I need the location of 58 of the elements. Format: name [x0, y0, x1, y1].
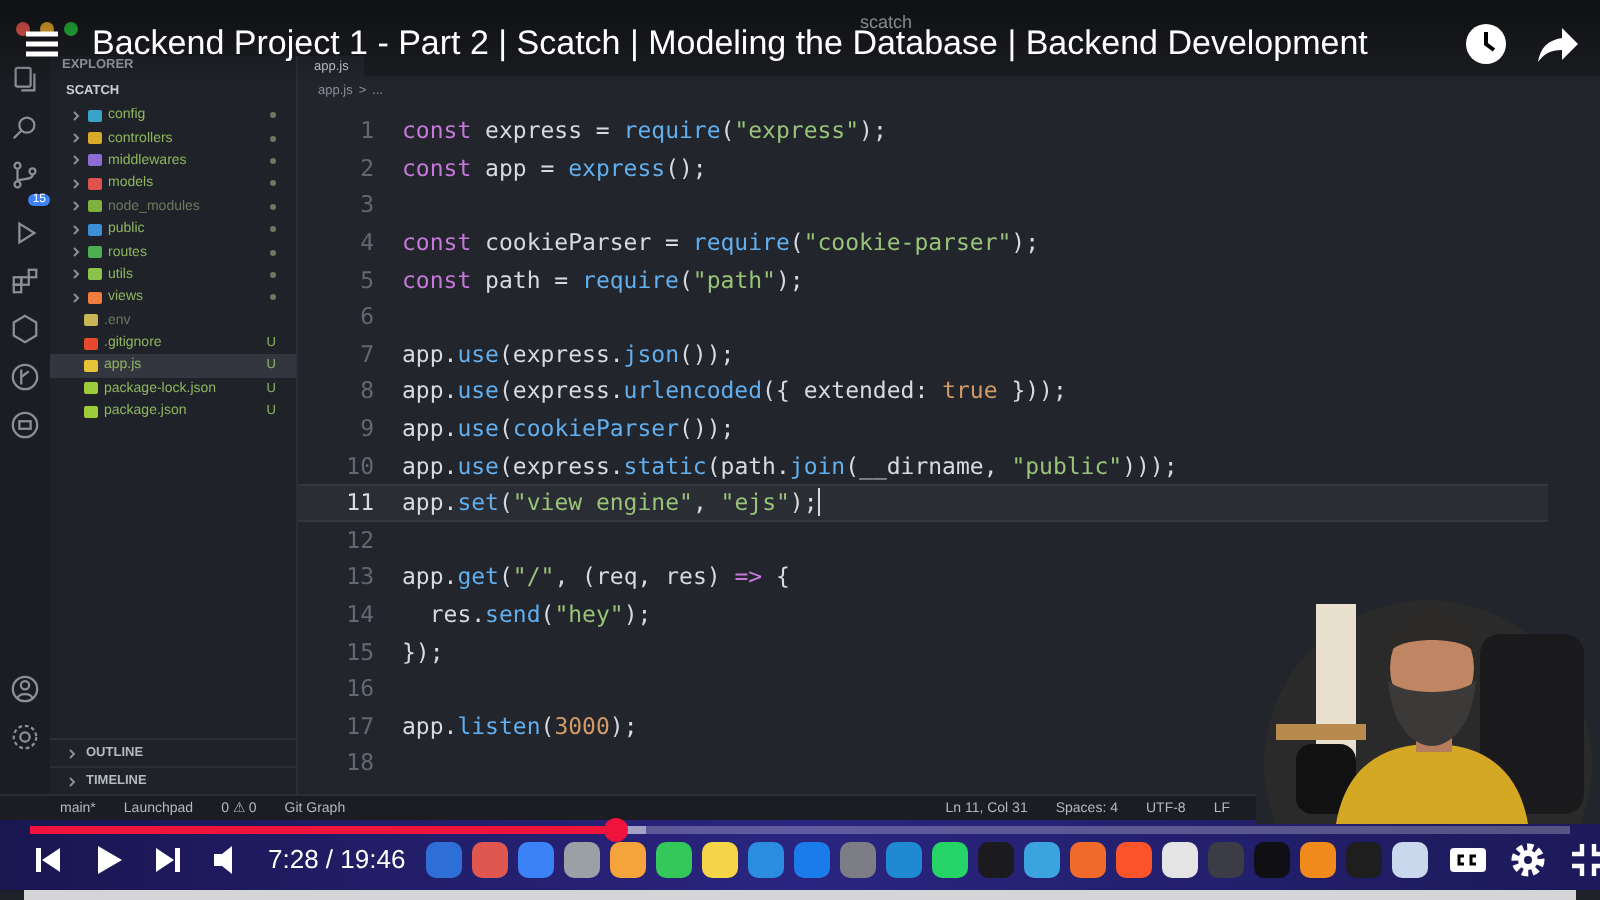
line-number: 14 [344, 600, 376, 629]
time-display: 7:28 / 19:46 [268, 844, 406, 874]
dock-app-icon[interactable] [655, 841, 692, 877]
line-number: 1 [358, 116, 376, 145]
zoom-window-button[interactable] [64, 21, 78, 35]
dock-app-icon[interactable] [563, 841, 600, 877]
chevron-icon [66, 747, 78, 759]
line-number: 12 [344, 525, 376, 554]
git-graph-icon[interactable] [10, 362, 40, 392]
extensions-icon[interactable] [10, 266, 40, 296]
hexagon-icon[interactable] [10, 314, 40, 344]
code-text: app.get("/", (req, res) => { [402, 562, 790, 591]
line-number: 17 [344, 711, 376, 740]
line-number: 7 [358, 339, 376, 368]
files-icon[interactable] [10, 64, 40, 94]
line-number: 18 [344, 748, 376, 777]
dock-app-icon[interactable] [1391, 841, 1428, 877]
dock-app-icon[interactable] [701, 841, 738, 877]
line-number: 4 [358, 228, 376, 257]
line-number: 15 [344, 637, 376, 666]
code-text: res.send("hey"); [427, 600, 652, 629]
code-text: }); [402, 637, 444, 666]
chevron-icon [66, 775, 78, 787]
line-number: 8 [358, 376, 376, 405]
code-text: const path = require("path"); [402, 265, 804, 294]
exit-fullscreen-icon[interactable] [1567, 839, 1600, 879]
code-text: app.listen(3000); [402, 711, 638, 740]
settings-icon[interactable] [1507, 839, 1548, 879]
code-text: app.use(express.urlencoded({ extended: true })); [402, 376, 1067, 405]
dock-app-icon[interactable] [1299, 841, 1336, 877]
code-text: const cookieParser = require("cookie-parser"); [402, 228, 1040, 257]
code-text: app.use(express.json()); [402, 339, 735, 368]
account-icon[interactable] [10, 674, 40, 704]
code-text: const app = express(); [402, 153, 707, 182]
line-number: 5 [358, 265, 376, 294]
dock-app-icon[interactable] [1161, 841, 1198, 877]
line-number: 10 [344, 451, 376, 480]
code-text: app.use(cookieParser()); [402, 414, 735, 443]
search-icon[interactable] [10, 112, 40, 142]
line-number: 16 [344, 674, 376, 703]
window-title: scatch [860, 12, 913, 32]
line-number: 6 [358, 302, 376, 331]
clock-icon[interactable] [1464, 22, 1508, 66]
dock-app-icon[interactable] [609, 841, 646, 877]
code-text: app.use(express.static(path.join(__dirname, "public"))); [402, 451, 1178, 480]
line-number: 13 [344, 562, 376, 591]
line-number: 11 [344, 488, 376, 517]
source-control-icon[interactable] [10, 160, 40, 190]
code-text: const express = require("express"); [402, 116, 887, 145]
share-icon[interactable] [1536, 22, 1580, 66]
close-window-button[interactable] [16, 21, 30, 35]
code-text: app.set("view engine", "ejs"); [402, 488, 818, 517]
scrollbar[interactable] [24, 890, 1576, 900]
line-number: 3 [358, 190, 376, 219]
line-number: 9 [358, 414, 376, 443]
dock-app-icon[interactable] [1023, 841, 1060, 877]
line-number: 2 [358, 153, 376, 182]
dock-app-icon[interactable] [931, 841, 968, 877]
